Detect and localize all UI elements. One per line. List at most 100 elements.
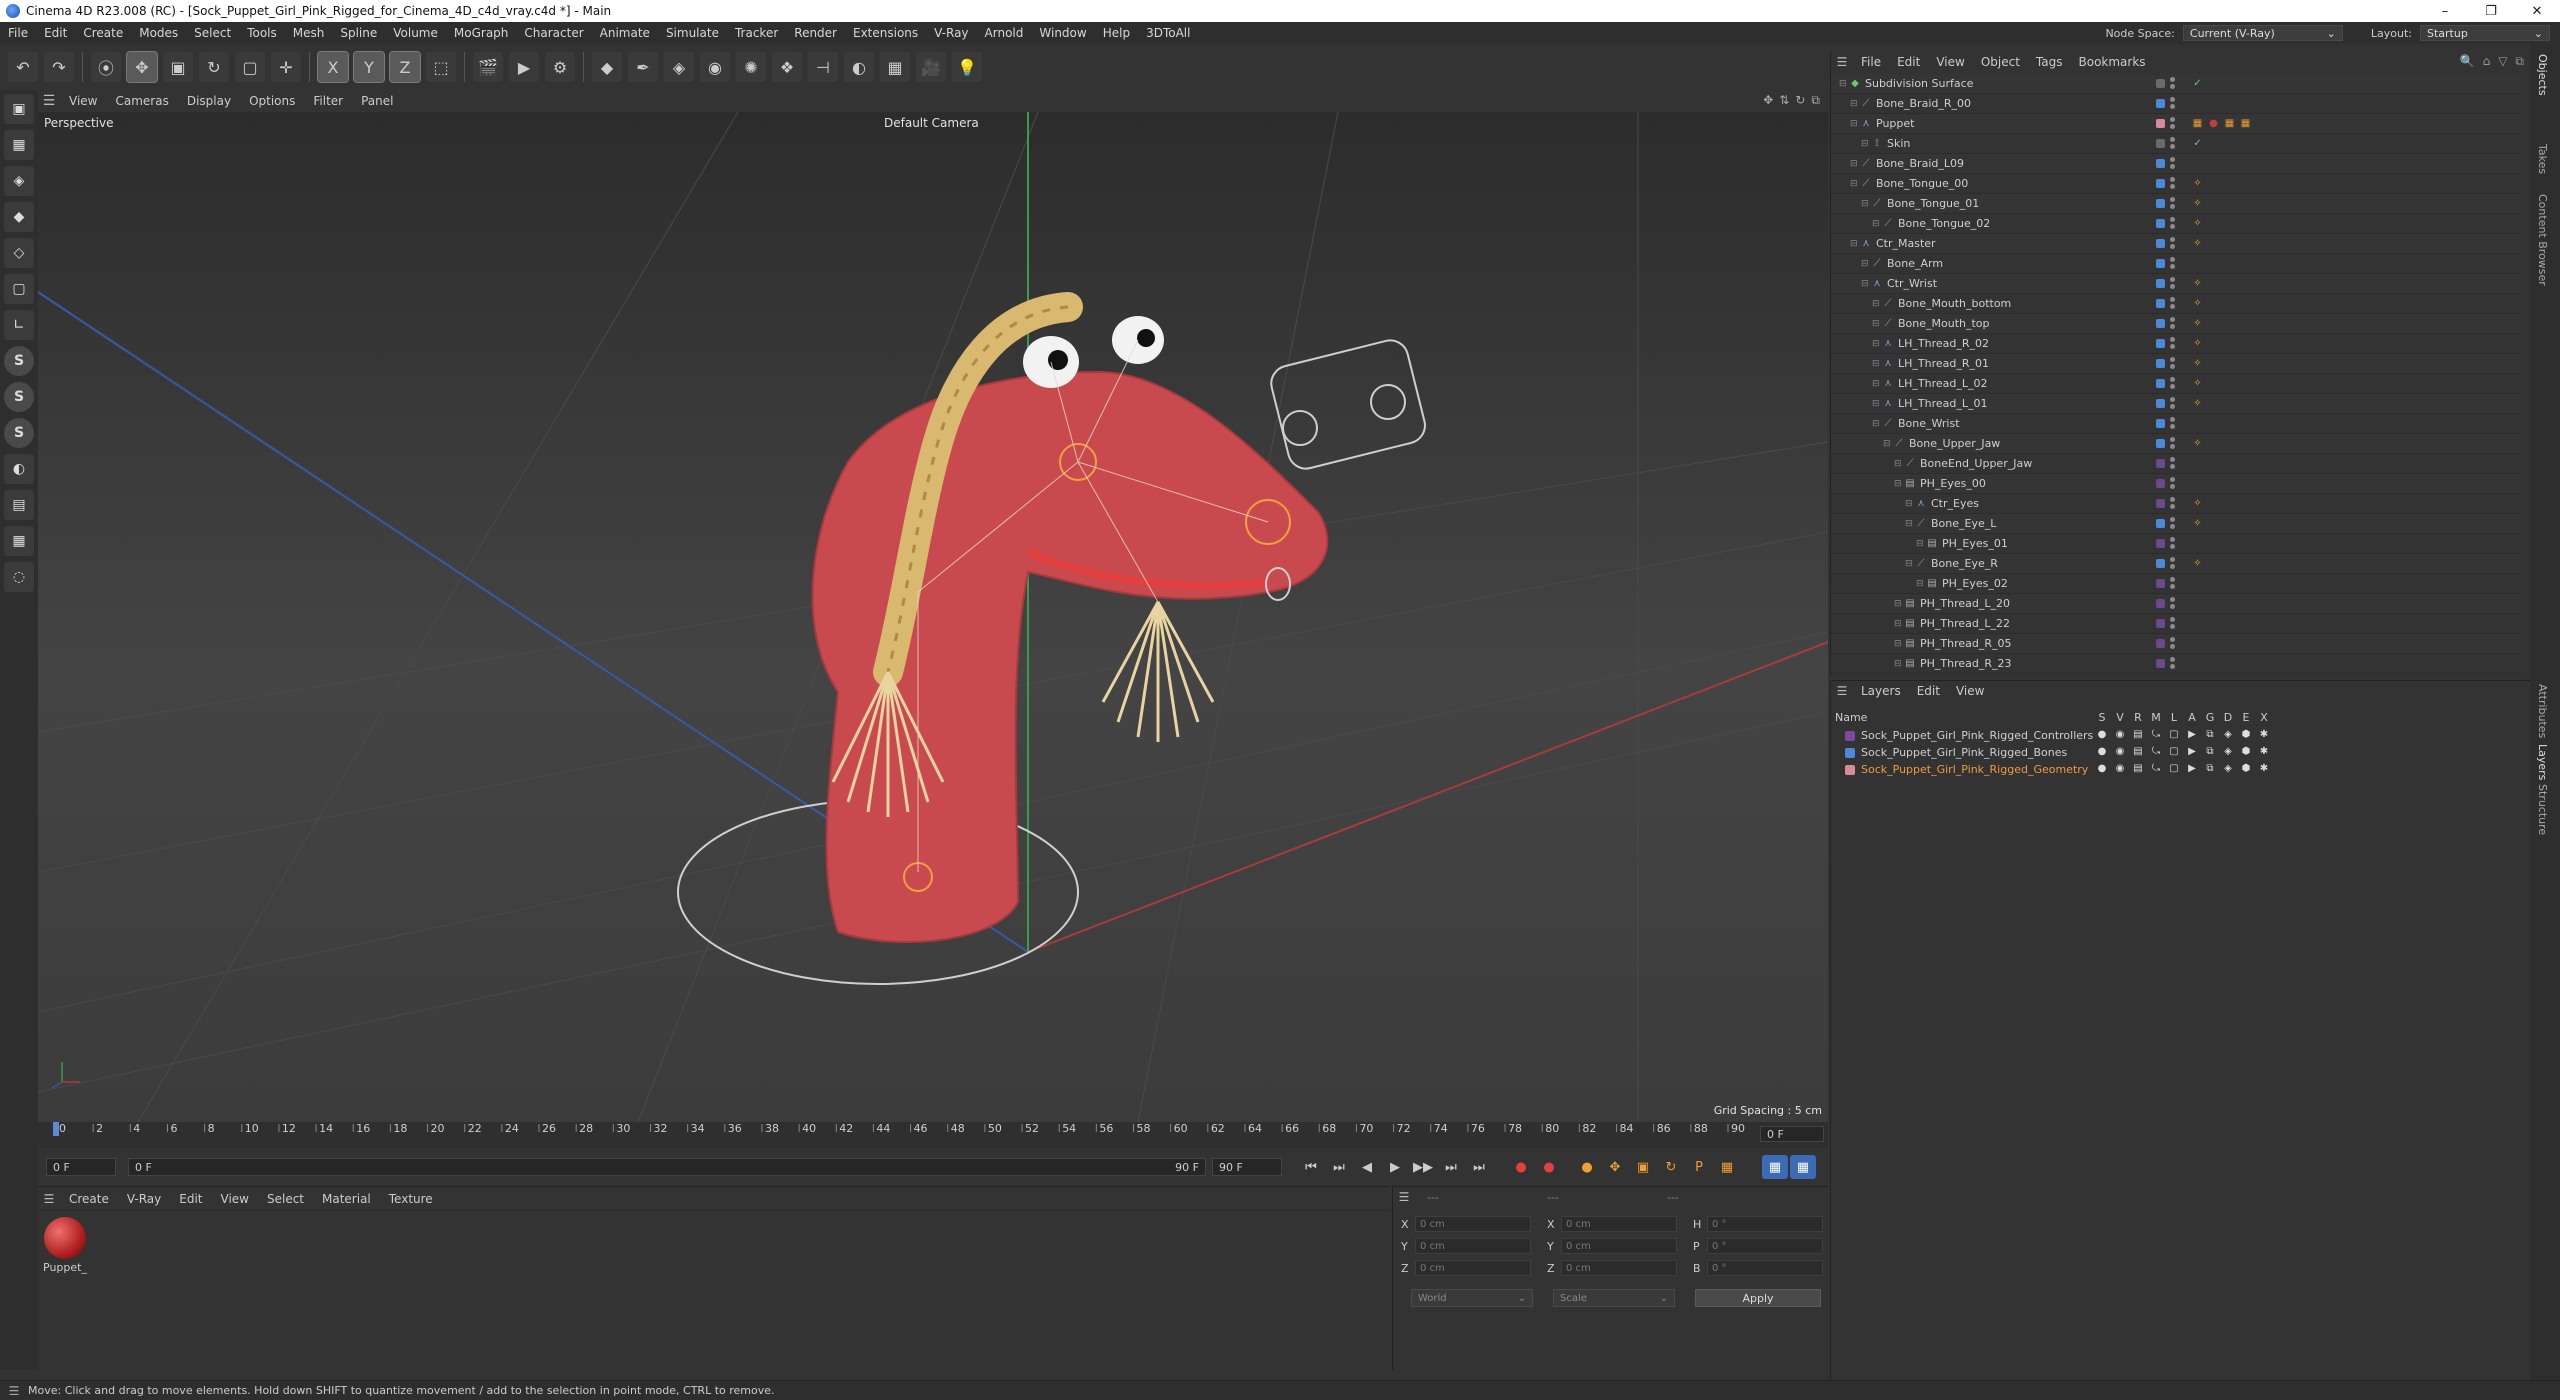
expand-toggle-icon[interactable]: ⊟: [1894, 459, 1904, 469]
layer-flag-toggle[interactable]: ●: [2095, 763, 2109, 774]
object-tag-icon[interactable]: ✧: [2191, 177, 2204, 190]
layer-color-swatch[interactable]: [2156, 179, 2165, 188]
layer-flag-toggle[interactable]: ⤿: [2149, 746, 2163, 757]
expand-toggle-icon[interactable]: ⊟: [1872, 419, 1882, 429]
axis-x-button[interactable]: X: [317, 51, 349, 83]
object-row[interactable]: ⊟ ⟋ Bone_Eye_L ✧: [1831, 514, 2521, 534]
visibility-toggle[interactable]: [2170, 617, 2176, 631]
visibility-toggle[interactable]: [2170, 357, 2176, 371]
add-button[interactable]: ✛: [271, 52, 301, 82]
object-menu-icon[interactable]: ☰: [1831, 55, 1853, 69]
camera-name[interactable]: Default Camera: [884, 116, 979, 130]
object-tag-icon[interactable]: ✧: [2191, 437, 2204, 450]
menu-v-ray[interactable]: V-Ray: [926, 26, 976, 40]
layer-flag-toggle[interactable]: ⧉: [2203, 729, 2217, 740]
mode-button-12[interactable]: ▦: [4, 526, 34, 556]
close-button[interactable]: ✕: [2514, 0, 2560, 22]
object-row[interactable]: ⊟ ⟋ Bone_Mouth_bottom ✧: [1831, 294, 2521, 314]
expand-toggle-icon[interactable]: ⊟: [1839, 79, 1849, 89]
layer-flag-toggle[interactable]: ⬢: [2239, 746, 2253, 757]
end-frame-field[interactable]: 90 F: [1212, 1158, 1282, 1176]
expand-toggle-icon[interactable]: ⊟: [1861, 279, 1871, 289]
layer-flag-toggle[interactable]: ◉: [2113, 746, 2127, 757]
expand-toggle-icon[interactable]: ⊟: [1872, 399, 1882, 409]
layer-flag-toggle[interactable]: ⬢: [2239, 729, 2253, 740]
apply-button[interactable]: Apply: [1695, 1289, 1821, 1307]
layout-dropdown[interactable]: Startup ⌄: [2420, 25, 2550, 41]
object-tag-icon[interactable]: ✧: [2191, 377, 2204, 390]
viewport-menu-filter[interactable]: Filter: [304, 94, 352, 108]
playback-button-4[interactable]: ▶▶: [1410, 1155, 1436, 1179]
menu-create[interactable]: Create: [75, 26, 131, 40]
mode-button-11[interactable]: ▤: [4, 490, 34, 520]
object-tag-icon[interactable]: ✧: [2191, 337, 2204, 350]
visibility-toggle[interactable]: [2170, 337, 2176, 351]
playback-button-2[interactable]: ◀: [1354, 1155, 1380, 1179]
menu-help[interactable]: Help: [1095, 26, 1138, 40]
menu-spline[interactable]: Spline: [332, 26, 385, 40]
current-frame-field[interactable]: 0 F: [1760, 1126, 1824, 1142]
layer-color-swatch[interactable]: [2156, 559, 2165, 568]
node-space-dropdown[interactable]: Current (V-Ray) ⌄: [2182, 25, 2343, 41]
object-tag-icon[interactable]: ✧: [2191, 317, 2204, 330]
visibility-toggle[interactable]: [2170, 217, 2176, 231]
coordinates-menu-icon[interactable]: ☰: [1393, 1190, 1415, 1204]
expand-toggle-icon[interactable]: ⊟: [1850, 159, 1860, 169]
object-row[interactable]: ⊟ ▤ PH_Eyes_01: [1831, 534, 2521, 554]
object-row[interactable]: ⊟ ▤ PH_Eyes_02: [1831, 574, 2521, 594]
cube-button[interactable]: ◆: [592, 52, 622, 82]
material-thumbnail[interactable]: [44, 1217, 86, 1259]
viewport-3d[interactable]: Perspective Default Camera Grid Spacing …: [38, 112, 1828, 1122]
object-row[interactable]: ⊟ ⟋ Bone_Tongue_00 ✧: [1831, 174, 2521, 194]
layer-color-swatch[interactable]: [2156, 259, 2165, 268]
object-row[interactable]: ⊟ ⋏ Ctr_Eyes ✧: [1831, 494, 2521, 514]
visibility-toggle[interactable]: [2170, 117, 2176, 131]
object-tag-icon[interactable]: ✓: [2191, 137, 2204, 150]
viewport-menu-icon[interactable]: ☰: [38, 93, 60, 109]
render-settings-button[interactable]: ⚙: [545, 52, 575, 82]
object-row[interactable]: ⊟ ⟋ Bone_Wrist: [1831, 414, 2521, 434]
object-tag-icon[interactable]: ✧: [2191, 217, 2204, 230]
camera-button[interactable]: 🎥: [916, 52, 946, 82]
layer-flag-toggle[interactable]: ▶: [2185, 763, 2199, 774]
expand-toggle-icon[interactable]: ⊟: [1894, 599, 1904, 609]
deformer-button[interactable]: ⊣: [808, 52, 838, 82]
layer-color-swatch[interactable]: [1845, 730, 1855, 741]
coordinate-field[interactable]: 0 °: [1707, 1260, 1823, 1276]
menu-edit[interactable]: Edit: [36, 26, 75, 40]
object-tag-icon[interactable]: ▦: [2191, 117, 2204, 130]
scale-mode-dropdown[interactable]: Scale ⌄: [1553, 1289, 1675, 1307]
layer-color-swatch[interactable]: [2156, 439, 2165, 448]
extrude-button[interactable]: ◉: [700, 52, 730, 82]
record-button-1[interactable]: ●: [1536, 1155, 1562, 1179]
key-button-2[interactable]: ▣: [1630, 1155, 1656, 1179]
expand-toggle-icon[interactable]: ⊟: [1894, 639, 1904, 649]
layer-color-swatch[interactable]: [2156, 239, 2165, 248]
visibility-toggle[interactable]: [2170, 417, 2176, 431]
menu-window[interactable]: Window: [1031, 26, 1094, 40]
layer-flag-toggle[interactable]: ⬢: [2239, 763, 2253, 774]
expand-toggle-icon[interactable]: ⊟: [1905, 559, 1915, 569]
coord-system-button[interactable]: ⬚: [426, 52, 456, 82]
layer-color-swatch[interactable]: [2156, 459, 2165, 468]
expand-toggle-icon[interactable]: ⊟: [1850, 179, 1860, 189]
layer-color-swatch[interactable]: [2156, 319, 2165, 328]
expand-toggle-icon[interactable]: ⊟: [1905, 499, 1915, 509]
menu-render[interactable]: Render: [786, 26, 845, 40]
object-tag-icon[interactable]: ✧: [2191, 557, 2204, 570]
visibility-toggle[interactable]: [2170, 237, 2176, 251]
coordinate-field[interactable]: 0 cm: [1415, 1260, 1531, 1276]
layer-flag-toggle[interactable]: ▤: [2131, 763, 2145, 774]
coordinate-field[interactable]: 0 °: [1707, 1238, 1823, 1254]
layer-color-swatch[interactable]: [2156, 159, 2165, 168]
mode-button-3[interactable]: ◆: [4, 202, 34, 232]
playback-button-6[interactable]: ⏭: [1466, 1155, 1492, 1179]
layer-color-swatch[interactable]: [2156, 539, 2165, 548]
menu-modes[interactable]: Modes: [131, 26, 186, 40]
layer-color-swatch[interactable]: [1845, 747, 1855, 758]
layer-flag-toggle[interactable]: ◈: [2221, 746, 2235, 757]
menu-file[interactable]: File: [0, 26, 36, 40]
object-tag-icon[interactable]: ✧: [2191, 237, 2204, 250]
mode-button-4[interactable]: ◇: [4, 238, 34, 268]
mode-button-8[interactable]: S: [4, 382, 34, 412]
